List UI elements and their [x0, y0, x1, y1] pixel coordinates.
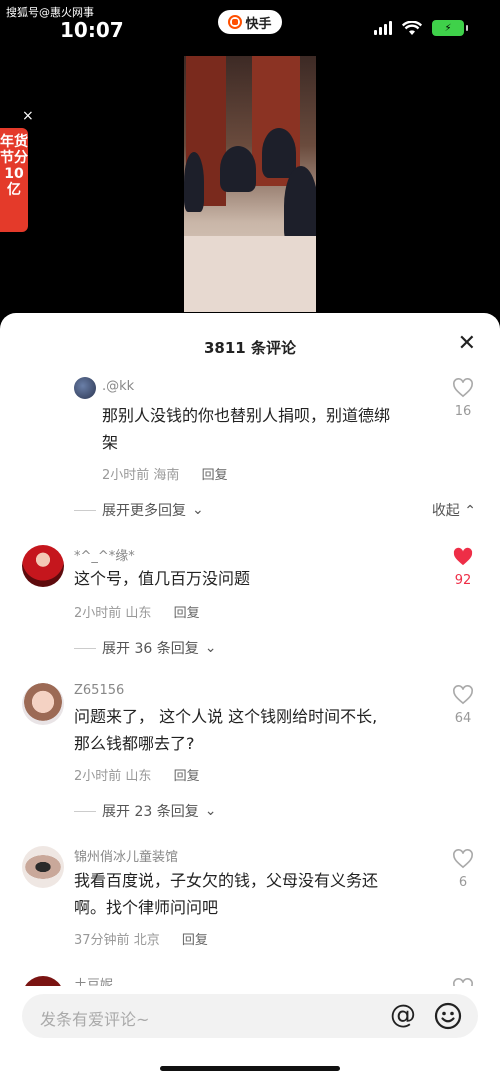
heart-filled-icon	[453, 547, 473, 566]
avatar[interactable]	[74, 377, 96, 399]
avatar[interactable]	[22, 846, 64, 888]
comment-meta: 2小时前 山东 回复	[74, 602, 200, 621]
like-button[interactable]: 92	[450, 547, 476, 588]
comment-username[interactable]: .@kk	[102, 379, 134, 394]
reply-button[interactable]: 回复	[182, 933, 208, 948]
comment-text-line2: 那么钱都哪去了?	[74, 734, 195, 753]
like-button[interactable]: 64	[450, 685, 476, 726]
emoji-icon[interactable]	[434, 1002, 462, 1030]
comment-meta: 2小时前 海南 回复	[102, 464, 228, 483]
mention-at-icon[interactable]: @	[390, 1000, 416, 1030]
comment-text: 那别人没钱的你也替别人捐呗，别道德绑	[102, 406, 391, 425]
comment-location: 海南	[153, 468, 180, 483]
avatar[interactable]	[22, 683, 64, 725]
video-thumbnail[interactable]	[184, 56, 316, 312]
expand-replies-label: 展开更多回复	[102, 503, 186, 519]
comment-text: 问题来了， 这个人说 这个钱刚给时间不长,	[74, 707, 378, 726]
wifi-icon	[402, 20, 422, 35]
comment-meta: 2小时前 山东 回复	[74, 765, 200, 784]
comment-meta: 37分钟前 北京 回复	[74, 929, 208, 948]
kuaishou-logo-icon	[228, 15, 243, 29]
collapse-button[interactable]: 收起 ⌃	[432, 500, 476, 520]
comment-username[interactable]: *^_^*缘*	[74, 545, 135, 564]
heart-outline-icon	[453, 849, 473, 869]
charging-battery-icon: ⚡	[432, 20, 468, 36]
heart-outline-icon	[453, 378, 473, 398]
collapse-label: 收起	[431, 503, 460, 519]
comment-time: 37分钟前	[74, 933, 130, 948]
like-button[interactable]: 6	[450, 849, 476, 890]
comment-text: 我看百度说，子女欠的钱，父母没有义务还	[74, 871, 379, 890]
avatar[interactable]	[22, 976, 64, 986]
avatar[interactable]	[22, 545, 64, 587]
status-time: 10:07	[60, 18, 124, 42]
signal-icon	[374, 21, 392, 35]
comment-text: 这个号，值几百万没问题	[74, 569, 251, 588]
reply-button[interactable]: 回复	[202, 468, 228, 483]
chevron-down-icon: ⌄	[204, 640, 217, 656]
comment-username[interactable]: 锦州俏冰儿童装馆	[74, 846, 178, 865]
comment-input-placeholder: 发条有爱评论~	[40, 1010, 150, 1029]
like-count: 6	[458, 875, 468, 890]
expand-replies-button[interactable]: 展开 36 条回复 ⌄	[74, 638, 216, 658]
expand-replies-button[interactable]: 展开更多回复 ⌄	[74, 500, 204, 520]
comment-location: 山东	[125, 769, 152, 784]
comment-username[interactable]: 土豆妮	[74, 974, 113, 986]
comment-input[interactable]: 发条有爱评论~ @	[22, 994, 478, 1038]
expand-replies-button[interactable]: 展开 23 条回复 ⌄	[74, 801, 216, 821]
comment-text-line2: 架	[102, 433, 119, 452]
reply-button[interactable]: 回复	[174, 769, 200, 784]
comment-location: 山东	[125, 606, 152, 621]
comment-text-line2: 啊。找个律师问问吧	[74, 898, 219, 917]
comment-time: 2小时前	[74, 606, 122, 621]
heart-outline-icon[interactable]	[452, 978, 474, 986]
comment-count-title: 3811 条评论	[204, 339, 296, 357]
promo-close-icon[interactable]: ×	[22, 108, 34, 124]
expand-replies-label: 展开 23 条回复	[102, 804, 199, 820]
chevron-down-icon: ⌄	[192, 502, 204, 518]
expand-replies-label: 展开 36 条回复	[102, 641, 199, 657]
close-icon[interactable]: ✕	[458, 333, 476, 355]
like-count: 16	[454, 404, 472, 419]
app-badge[interactable]: 快手	[218, 10, 282, 34]
chevron-up-icon: ⌃	[464, 503, 476, 519]
comment-location: 北京	[133, 933, 160, 948]
like-button[interactable]: 16	[450, 378, 476, 419]
reply-button[interactable]: 回复	[174, 606, 200, 621]
chevron-down-icon: ⌄	[204, 803, 217, 819]
like-count: 64	[454, 711, 472, 726]
heart-outline-icon	[453, 685, 473, 705]
promo-banner[interactable]: 年货节分10亿	[0, 128, 28, 232]
home-indicator	[160, 1066, 340, 1071]
like-count: 92	[454, 573, 472, 588]
comment-time: 2小时前	[74, 769, 122, 784]
comment-time: 2小时前	[102, 468, 150, 483]
status-icons: ⚡	[374, 20, 468, 36]
comment-username[interactable]: Z65156	[74, 683, 124, 698]
app-name: 快手	[245, 16, 272, 32]
